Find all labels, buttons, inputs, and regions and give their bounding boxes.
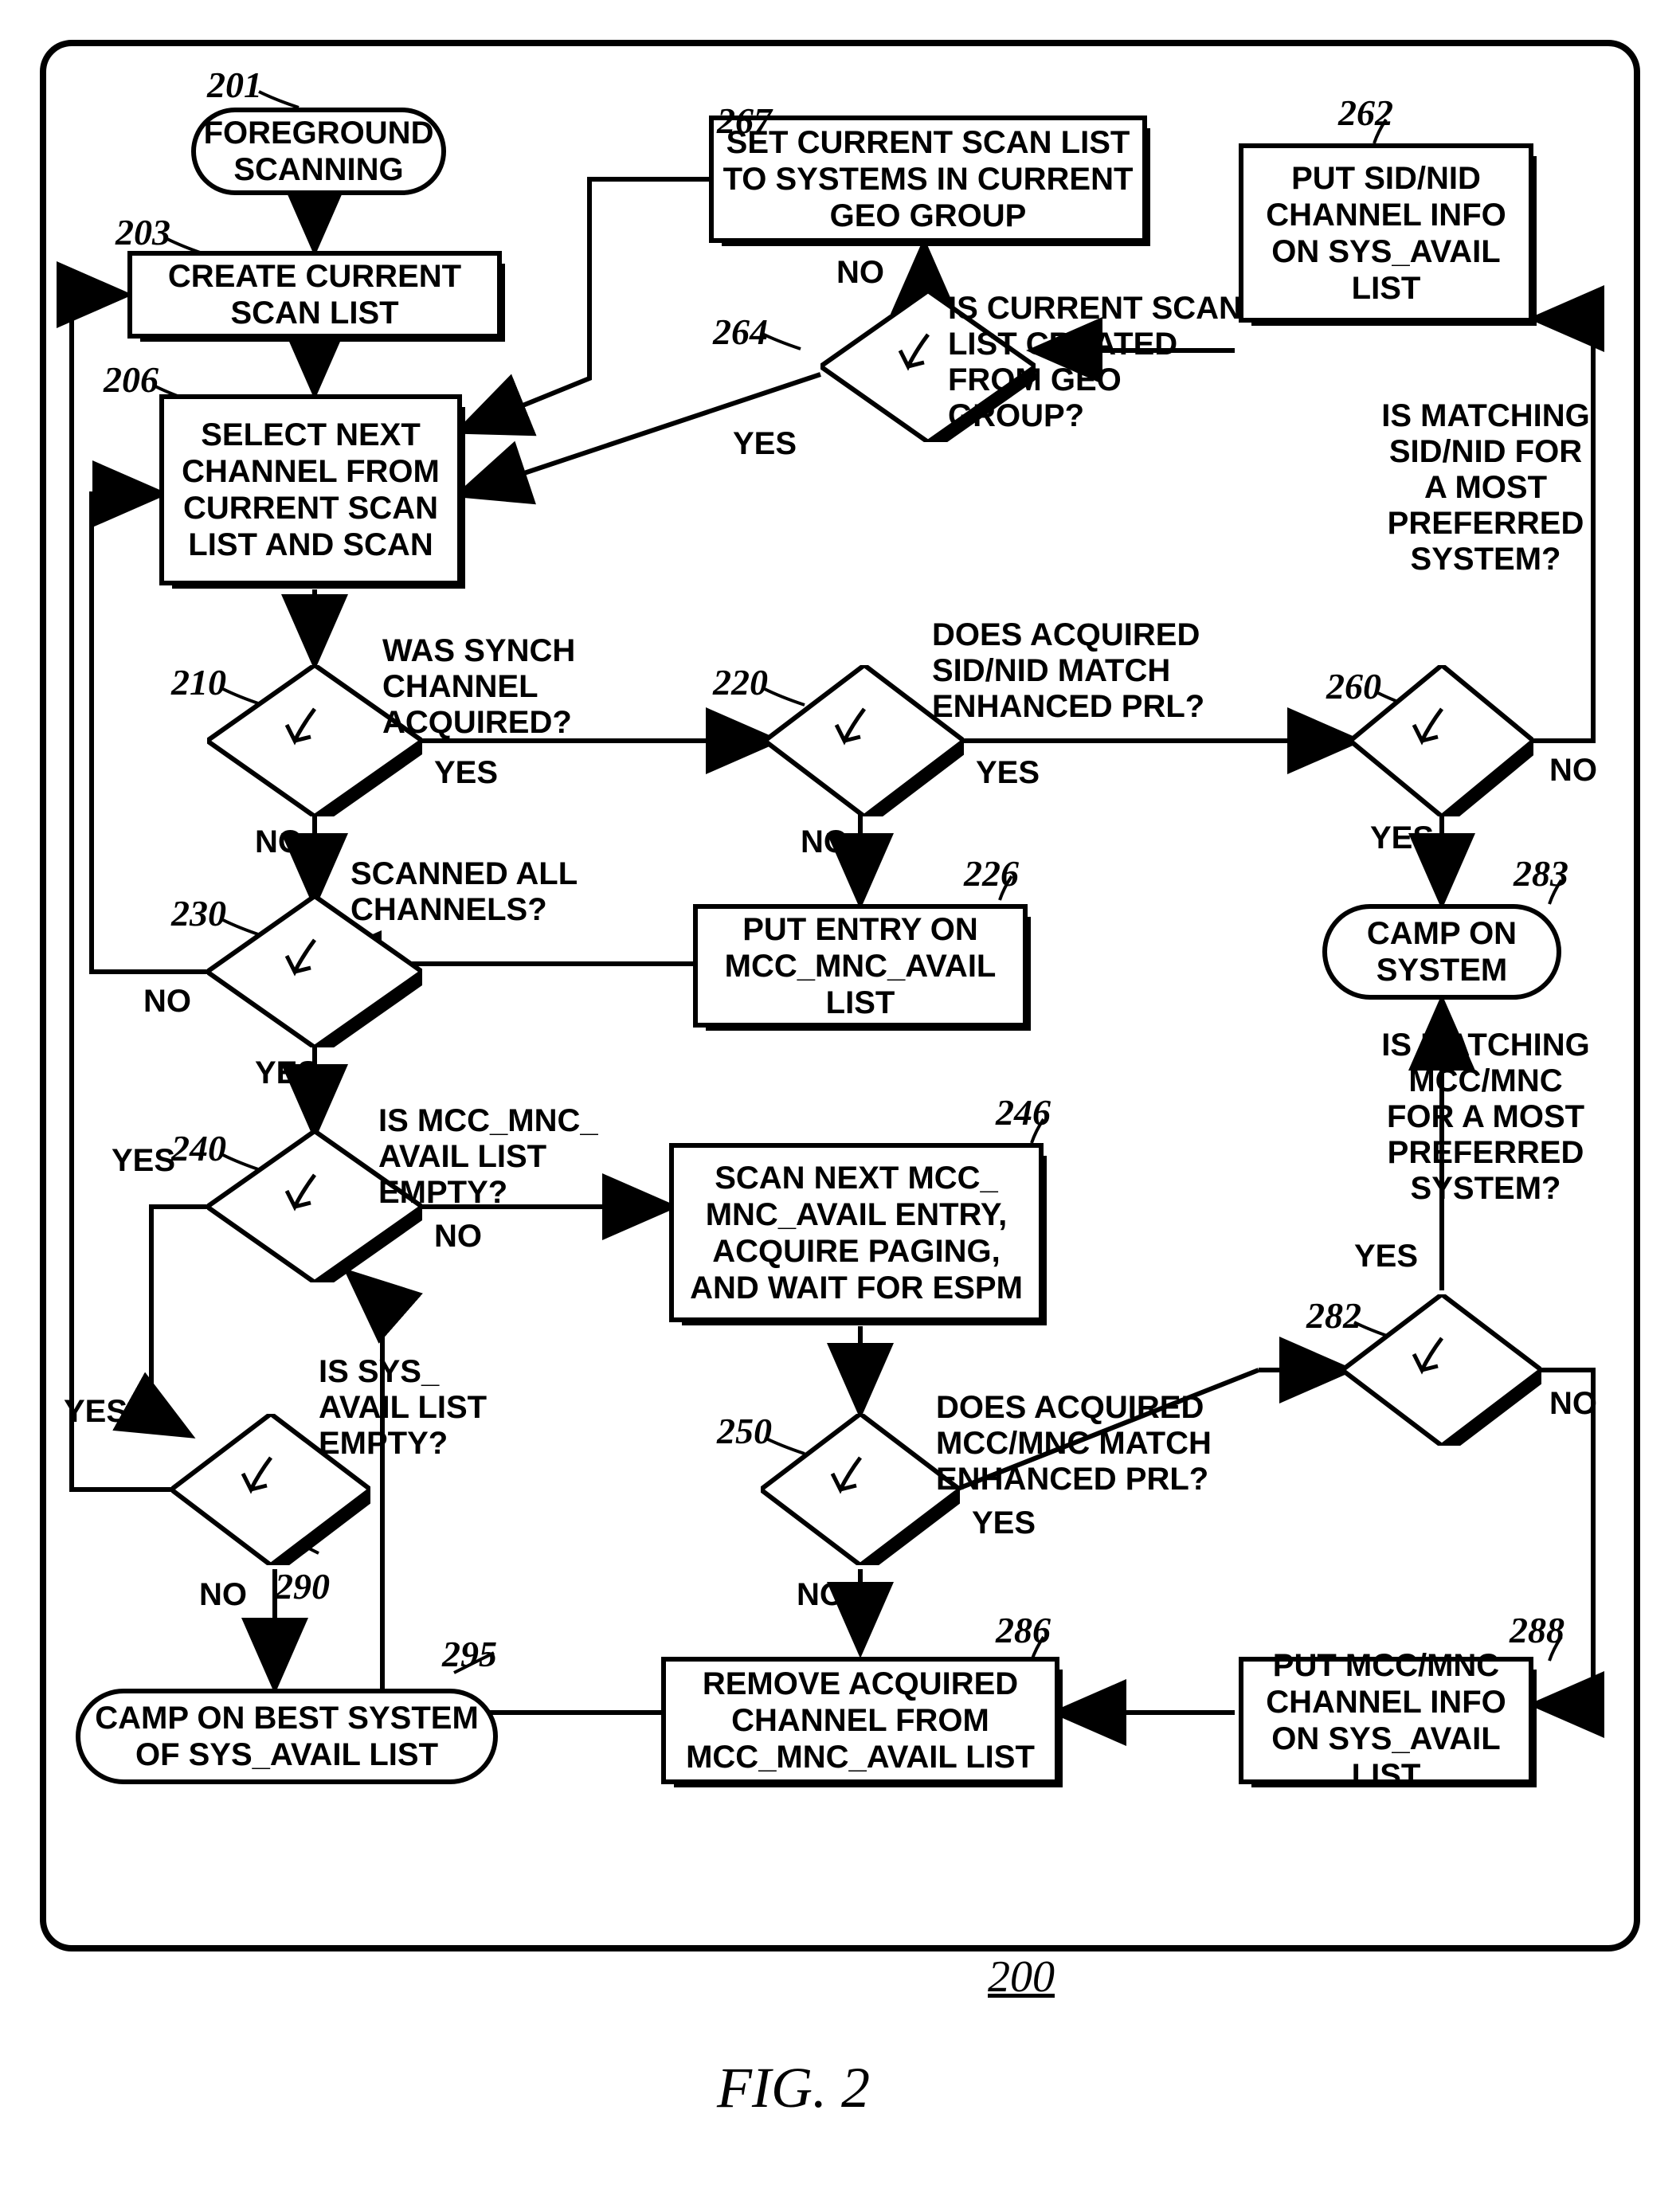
ref-262: 262	[1338, 92, 1393, 134]
proc-scan-next-espm: SCAN NEXT MCC_ MNC_AVAIL ENTRY, ACQUIRE …	[669, 1143, 1044, 1322]
no-290: NO	[199, 1577, 247, 1613]
no-210: NO	[255, 824, 303, 860]
ref-210: 210	[171, 661, 226, 703]
no-240: NO	[434, 1219, 482, 1255]
ref-226: 226	[964, 852, 1019, 895]
no-230: NO	[143, 984, 191, 1020]
ref-267: 267	[717, 100, 772, 142]
node-text: CAMP ON SYSTEM	[1340, 915, 1544, 988]
yes-220: YES	[976, 755, 1040, 791]
node-text: SET CURRENT SCAN LIST TO SYSTEMS IN CURR…	[722, 124, 1134, 234]
no-250: NO	[797, 1577, 844, 1613]
proc-create-scan-list: CREATE CURRENT SCAN LIST	[127, 251, 502, 339]
yes-240: YES	[112, 1143, 175, 1179]
no-260: NO	[1549, 753, 1597, 789]
terminal-camp-on-system: CAMP ON SYSTEM	[1322, 904, 1561, 1000]
flowchart-canvas: FOREGROUND SCANNING 201 CREATE CURRENT S…	[0, 0, 1680, 2204]
q-240: IS MCC_MNC_ AVAIL LIST EMPTY?	[378, 1103, 617, 1211]
ref-240: 240	[171, 1127, 226, 1169]
q-210: WAS SYNCH CHANNEL ACQUIRED?	[382, 633, 613, 741]
q-260: IS MATCHING SID/NID FOR A MOST PREFERRED…	[1374, 398, 1597, 577]
yes-264: YES	[733, 426, 797, 462]
proc-put-entry-mccmnc: PUT ENTRY ON MCC_MNC_AVAIL LIST	[693, 904, 1028, 1028]
q-264: IS CURRENT SCAN LIST CREATED FROM GEO GR…	[948, 291, 1243, 434]
ref-246: 246	[996, 1091, 1051, 1133]
ref-206: 206	[104, 358, 159, 401]
ref-250: 250	[717, 1410, 772, 1452]
ref-286: 286	[996, 1609, 1051, 1651]
yes-230: YES	[255, 1055, 319, 1091]
q-282: IS MATCHING MCC/MNC FOR A MOST PREFERRED…	[1374, 1028, 1597, 1207]
ref-295: 295	[442, 1633, 497, 1675]
ref-290: 290	[275, 1565, 330, 1607]
node-text: PUT ENTRY ON MCC_MNC_AVAIL LIST	[706, 911, 1015, 1021]
ref-260: 260	[1326, 665, 1381, 707]
ref-282: 282	[1306, 1294, 1361, 1337]
decision-mccmnc-preferred	[1342, 1294, 1541, 1446]
terminal-camp-best-system: CAMP ON BEST SYSTEM OF SYS_AVAIL LIST	[76, 1689, 498, 1784]
ref-264: 264	[713, 311, 768, 353]
no-220: NO	[801, 824, 848, 860]
proc-put-sidnid-sysavail: PUT SID/NID CHANNEL INFO ON SYS_AVAIL LI…	[1239, 143, 1533, 323]
yes-282: YES	[1354, 1239, 1418, 1274]
node-text: REMOVE ACQUIRED CHANNEL FROM MCC_MNC_AVA…	[674, 1666, 1047, 1775]
q-250: DOES ACQUIRED MCC/MNC MATCH ENHANCED PRL…	[936, 1390, 1255, 1497]
proc-remove-channel: REMOVE ACQUIRED CHANNEL FROM MCC_MNC_AVA…	[661, 1657, 1059, 1784]
terminal-foreground-scanning: FOREGROUND SCANNING	[191, 108, 446, 195]
node-text: SCAN NEXT MCC_ MNC_AVAIL ENTRY, ACQUIRE …	[682, 1160, 1031, 1306]
yes-250: YES	[972, 1505, 1036, 1541]
node-text: FOREGROUND SCANNING	[204, 115, 434, 188]
node-text: PUT MCC/MNC CHANNEL INFO ON SYS_AVAIL LI…	[1251, 1647, 1521, 1794]
ref-220: 220	[713, 661, 768, 703]
ref-230: 230	[171, 892, 226, 934]
proc-select-next-channel: SELECT NEXT CHANNEL FROM CURRENT SCAN LI…	[159, 394, 462, 585]
no-282: NO	[1549, 1386, 1597, 1422]
node-text: CREATE CURRENT SCAN LIST	[140, 258, 489, 331]
fig-number: 200	[988, 1951, 1055, 2002]
yes-210: YES	[434, 755, 498, 791]
ref-288: 288	[1510, 1609, 1564, 1651]
q-230: SCANNED ALL CHANNELS?	[350, 856, 589, 928]
yes-260: YES	[1370, 820, 1434, 856]
proc-set-scan-list-geo: SET CURRENT SCAN LIST TO SYSTEMS IN CURR…	[709, 115, 1147, 243]
q-290: IS SYS_ AVAIL LIST EMPTY?	[319, 1354, 518, 1462]
node-text: CAMP ON BEST SYSTEM OF SYS_AVAIL LIST	[93, 1700, 480, 1773]
node-text: PUT SID/NID CHANNEL INFO ON SYS_AVAIL LI…	[1251, 160, 1521, 307]
node-text: SELECT NEXT CHANNEL FROM CURRENT SCAN LI…	[172, 417, 449, 563]
decision-mccmnc-match	[761, 1414, 960, 1565]
fig-caption: FIG. 2	[717, 2055, 870, 2121]
yes-290: YES	[64, 1394, 127, 1430]
ref-283: 283	[1514, 852, 1568, 895]
ref-201: 201	[207, 64, 262, 106]
proc-put-mccmnc-sysavail: PUT MCC/MNC CHANNEL INFO ON SYS_AVAIL LI…	[1239, 1657, 1533, 1784]
ref-203: 203	[116, 211, 170, 253]
q-220: DOES ACQUIRED SID/NID MATCH ENHANCED PRL…	[932, 617, 1251, 725]
no-264: NO	[836, 255, 884, 291]
